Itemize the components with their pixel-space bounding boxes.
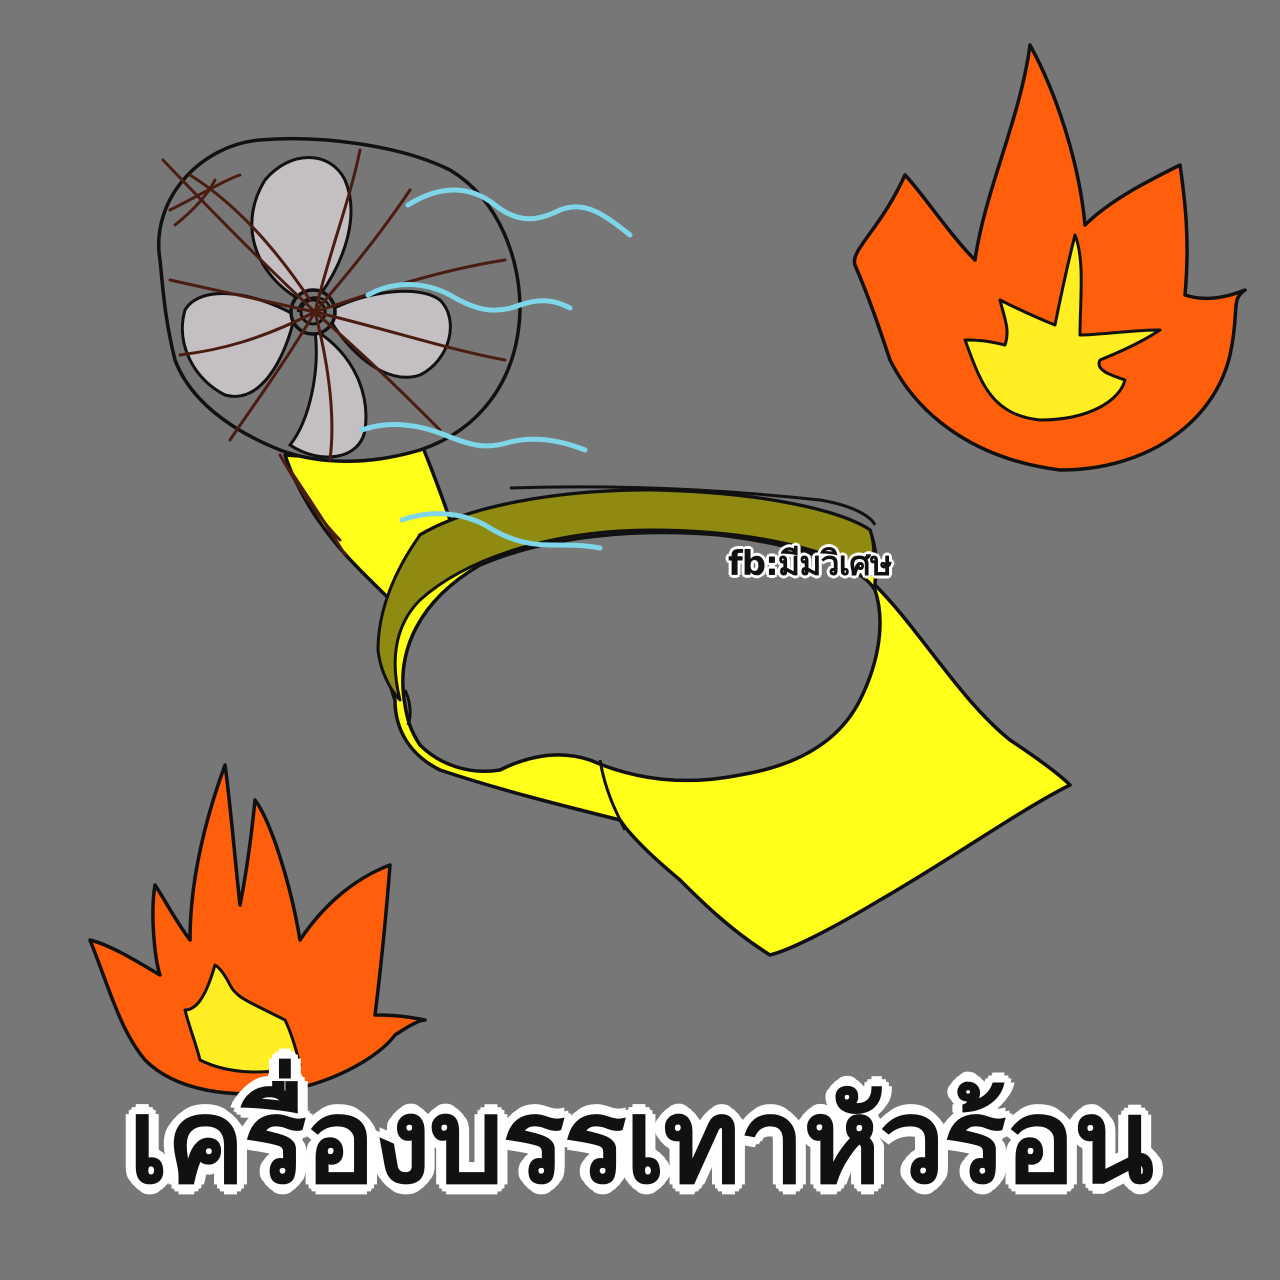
flame-icon <box>852 43 1247 472</box>
watermark-text: fb:มีมวิเศษ <box>728 544 892 584</box>
caption-text: เครื่องบรรเทาหัวร้อน <box>127 1072 1154 1210</box>
meme-canvas: fb:มีมวิเศษ เครื่องบรรเทาหัวร้อน <box>0 0 1280 1280</box>
